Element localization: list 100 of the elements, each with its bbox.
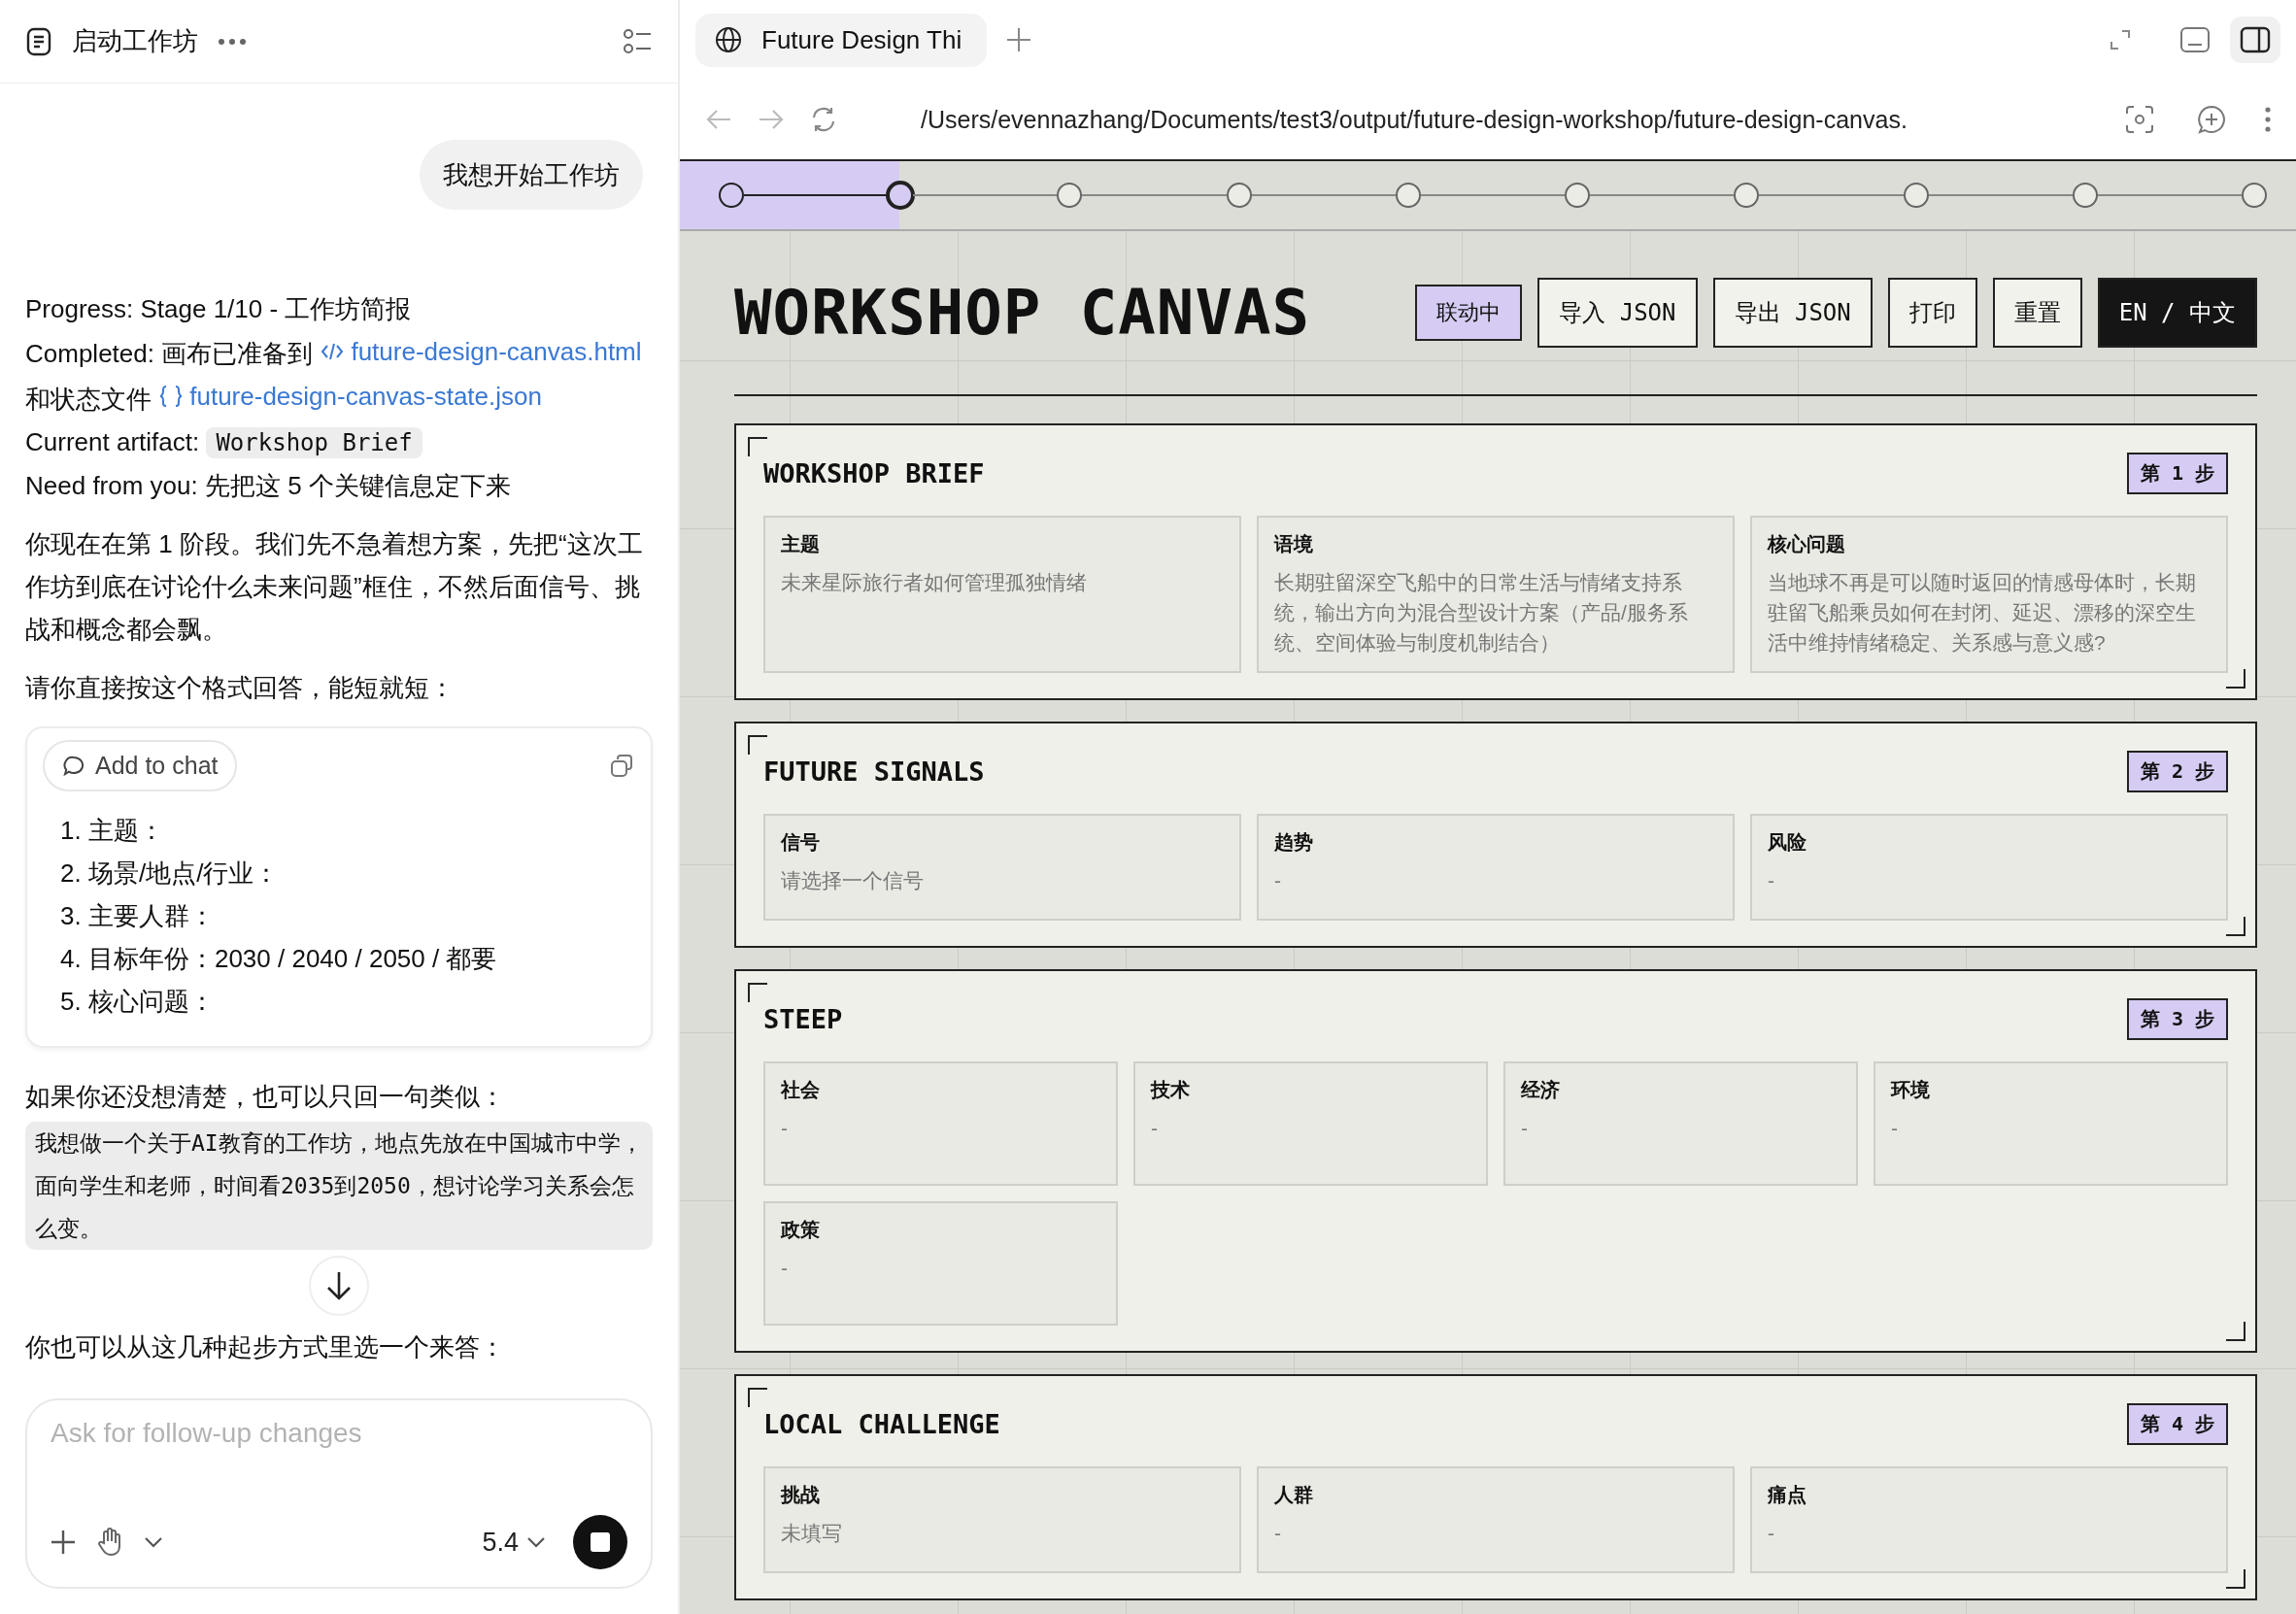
field-value: -: [1521, 1116, 1529, 1141]
chat-title: 启动工作坊: [72, 25, 198, 57]
corner-mark: [748, 735, 767, 755]
chevron-down-icon: [526, 1536, 546, 1548]
field-label: 挑战: [781, 1483, 821, 1507]
field-value: -: [1274, 1521, 1282, 1546]
field-value: -: [1768, 1521, 1775, 1546]
toolbar-button[interactable]: 导入 JSON: [1537, 278, 1698, 348]
field-label: 环境: [1891, 1078, 1931, 1102]
arrow-down-icon: [324, 1270, 354, 1301]
globe-icon: [715, 26, 742, 53]
field-label: 痛点: [1768, 1483, 1807, 1507]
notes-icon: [25, 25, 52, 57]
step-badge: 第 3 步: [2126, 998, 2228, 1040]
field-label: 社会: [781, 1078, 821, 1102]
step-dot[interactable]: [888, 183, 914, 208]
reload-icon[interactable]: [810, 106, 837, 133]
field-value: -: [1151, 1116, 1159, 1141]
status-line: Current artifact: Workshop Brief: [25, 420, 653, 464]
message-paragraph: 你现在在第 1 阶段。我们先不急着想方案，先把“这次工作坊到底在讨论什么未来问题”框住，不然后面信号、挑战和概念都会飘。: [25, 528, 644, 646]
field-value: -: [1891, 1116, 1899, 1141]
template-item: 3. 主要人群：: [60, 900, 216, 932]
field-value: -: [1274, 868, 1282, 893]
template-item: 2. 场景/地点/行业：: [60, 857, 281, 890]
file-link[interactable]: future-design-canvas-state.json: [158, 375, 542, 418]
stop-button[interactable]: [573, 1515, 627, 1569]
field-value: 当地球不再是可以随时返回的情感母体时，长期驻留飞船乘员如何在封闭、延迟、漂移的深空生活中维持情绪稳定、关系感与意义感?: [1768, 570, 2197, 656]
step-dot[interactable]: [1395, 183, 1421, 208]
canvas-title: WORKSHOP CANVAS: [734, 277, 1311, 349]
field-label: 主题: [781, 532, 821, 556]
file-link[interactable]: future-design-canvas.html: [320, 330, 642, 373]
step-dot[interactable]: [1226, 183, 1252, 208]
corner-mark: [2226, 1322, 2245, 1341]
panel-bottom-icon[interactable]: [2179, 26, 2211, 53]
new-tab-icon[interactable]: [1006, 27, 1031, 52]
step-dot[interactable]: [2241, 183, 2267, 208]
field-label: 核心问题: [1768, 532, 1846, 556]
add-to-chat-button[interactable]: Add to chat: [43, 740, 238, 791]
status-line: Progress: Stage 1/10 - 工作坊简报: [25, 293, 413, 325]
field-value: -: [781, 1256, 789, 1281]
url-text[interactable]: /Users/evennazhang/Documents/test3/output/future-design-workshop/future-design-canvas.: [921, 105, 1908, 134]
braces-icon: [158, 385, 185, 408]
browser-tab[interactable]: Future Design Thi: [695, 13, 987, 67]
user-message: 我想开始工作坊: [420, 140, 643, 210]
add-icon[interactable]: [51, 1530, 76, 1555]
field-value: -: [1768, 868, 1775, 893]
field-label: 信号: [781, 830, 821, 855]
code-icon: [320, 341, 346, 362]
step-badge: 第 2 步: [2126, 751, 2228, 792]
more-icon[interactable]: [2265, 107, 2271, 132]
template-item: 4. 目标年份：2030 / 2040 / 2050 / 都要: [60, 943, 498, 975]
code-chip: Workshop Brief: [206, 427, 422, 458]
step-dot[interactable]: [1057, 183, 1083, 208]
copy-icon[interactable]: [610, 753, 635, 779]
corner-mark: [748, 437, 767, 456]
toolbar-button[interactable]: EN / 中文: [2097, 278, 2257, 348]
field-value: 长期驻留深空飞船中的日常生活与情绪支持系统，输出方向为混合型设计方案（产品/服务系统、空间体验与制度机制结合）: [1274, 570, 1689, 656]
step-dot[interactable]: [719, 183, 744, 208]
step-badge: 第 4 步: [2126, 1403, 2228, 1445]
message-paragraph: 你也可以从这几种起步方式里选一个来答：: [25, 1331, 506, 1363]
speech-bubble-icon: [62, 754, 85, 778]
field-label: 经济: [1521, 1078, 1561, 1102]
status-line: Completed: 画布已准备到 future-design-canvas.html 和状态文件 future-design-canvas-state.json: [25, 330, 653, 420]
field-label: 人群: [1274, 1483, 1314, 1507]
field-label: 技术: [1151, 1078, 1191, 1102]
sync-status-button[interactable]: 联动中: [1415, 285, 1523, 341]
chevron-down-icon[interactable]: [144, 1536, 163, 1548]
model-selector[interactable]: 5.4: [476, 1526, 552, 1559]
toolbar-button[interactable]: 重置: [1992, 278, 2082, 348]
sidebar-icon[interactable]: [2230, 17, 2280, 63]
hand-icon[interactable]: [97, 1528, 122, 1557]
screenshot-icon[interactable]: [2125, 105, 2154, 134]
example-code: 我想做一个关于AI教育的工作坊，地点先放在中国城市中学，面向学生和老师，时间看2035到2050，想讨论学习关系会怎么变。: [25, 1122, 653, 1250]
message-paragraph: 如果你还没想清楚，也可以只回一句类似：: [25, 1081, 506, 1113]
field-value: 未填写: [781, 1521, 843, 1546]
section-title: FUTURE SIGNALS: [763, 757, 985, 787]
list-icon[interactable]: [624, 28, 653, 54]
step-badge: 第 1 步: [2126, 453, 2228, 494]
step-dot[interactable]: [1903, 183, 1929, 208]
section-title: WORKSHOP BRIEF: [763, 458, 985, 488]
field-value: 未来星际旅行者如何管理孤独情绪: [781, 570, 1088, 595]
step-dot[interactable]: [1565, 183, 1591, 208]
add-comment-icon[interactable]: [2197, 105, 2226, 134]
field-value: -: [781, 1116, 789, 1141]
corner-mark: [748, 1388, 767, 1407]
toolbar-button[interactable]: 打印: [1887, 278, 1977, 348]
corner-mark: [748, 983, 767, 1002]
field-label: 语境: [1274, 532, 1314, 556]
field-label: 趋势: [1274, 830, 1314, 855]
more-icon[interactable]: [218, 37, 247, 46]
expand-icon[interactable]: [2110, 29, 2131, 50]
step-dot[interactable]: [2072, 183, 2098, 208]
field-label: 风险: [1768, 830, 1807, 855]
message-paragraph: 请你直接按这个格式回答，能短就短：: [25, 672, 456, 704]
field-label: 政策: [781, 1218, 821, 1242]
toolbar-button[interactable]: 导出 JSON: [1712, 278, 1873, 348]
step-dot[interactable]: [1734, 183, 1760, 208]
template-item: 5. 核心问题：: [60, 986, 216, 1018]
field-value: 请选择一个信号: [781, 868, 925, 893]
status-line: Need from you: 先把这 5 个关键信息定下来: [25, 470, 512, 502]
